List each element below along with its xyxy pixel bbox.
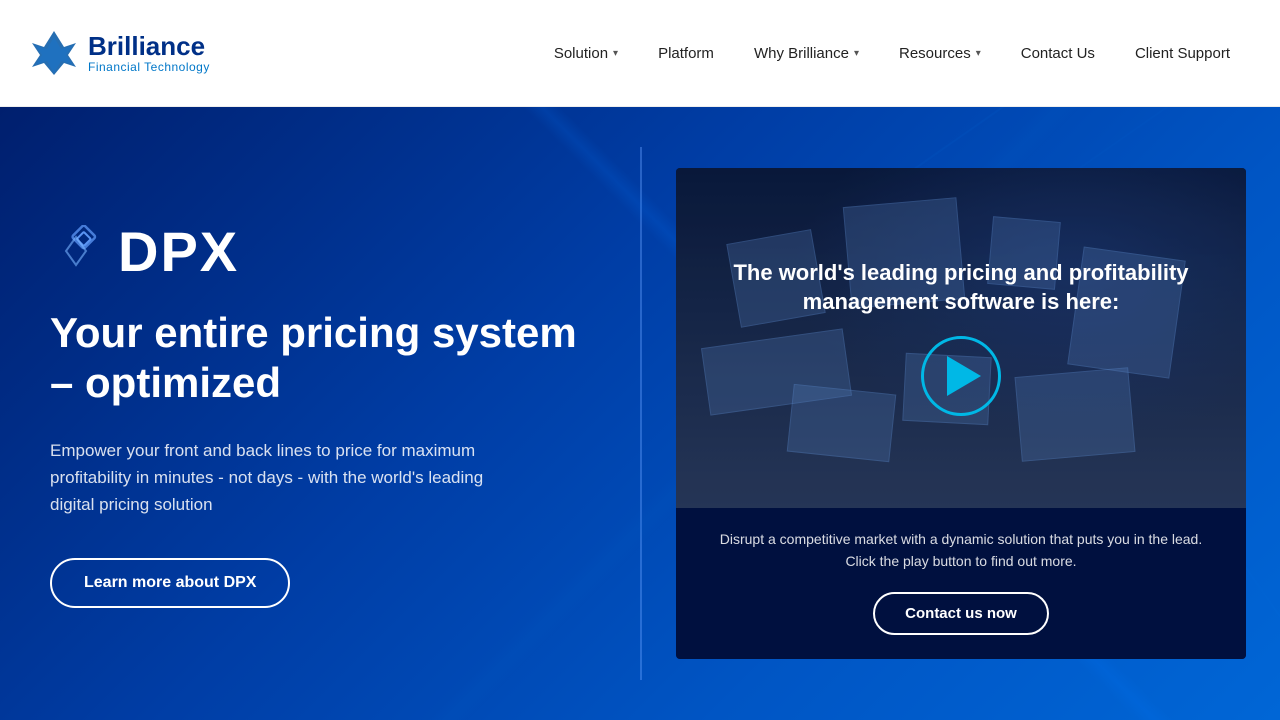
logo-brand: Brilliance — [88, 32, 210, 61]
nav-solution-label: Solution — [554, 45, 608, 62]
nav-resources-chevron: ▾ — [976, 48, 981, 59]
nav-resources-label: Resources — [899, 45, 971, 62]
nav-platform[interactable]: Platform — [638, 0, 734, 107]
main-nav: Solution ▾ Platform Why Brilliance ▾ Res… — [534, 0, 1250, 107]
video-desc-line2: Click the play button to find out more. — [845, 553, 1076, 569]
nav-contact-us[interactable]: Contact Us — [1001, 0, 1115, 107]
video-thumbnail: The world's leading pricing and profitab… — [676, 168, 1246, 508]
logo-text: Brilliance Financial Technology — [88, 32, 210, 75]
hero-description: Empower your front and back lines to pri… — [50, 437, 530, 519]
logo-link[interactable]: Brilliance Financial Technology — [30, 29, 290, 77]
nav-contact-label: Contact Us — [1021, 45, 1095, 62]
video-description: Disrupt a competitive market with a dyna… — [706, 528, 1216, 573]
logo-icon — [30, 29, 78, 77]
learn-more-button[interactable]: Learn more about DPX — [50, 558, 290, 608]
logo-subtitle: Financial Technology — [88, 60, 210, 74]
video-desc-line1: Disrupt a competitive market with a dyna… — [720, 531, 1202, 547]
video-heading: The world's leading pricing and profitab… — [676, 259, 1246, 316]
hero-left-panel: DPX Your entire pricing system – optimiz… — [0, 107, 640, 720]
video-card: The world's leading pricing and profitab… — [676, 168, 1246, 660]
play-icon — [947, 356, 981, 396]
site-header: Brilliance Financial Technology Solution… — [0, 0, 1280, 107]
nav-platform-label: Platform — [658, 45, 714, 62]
nav-why-chevron: ▾ — [854, 48, 859, 59]
nav-resources[interactable]: Resources ▾ — [879, 0, 1001, 107]
video-info-panel: Disrupt a competitive market with a dyna… — [676, 508, 1246, 660]
nav-client-support[interactable]: Client Support — [1115, 0, 1250, 107]
hero-section: DPX Your entire pricing system – optimiz… — [0, 107, 1280, 720]
nav-why-brilliance-label: Why Brilliance — [754, 45, 849, 62]
nav-solution-chevron: ▾ — [613, 48, 618, 59]
nav-why-brilliance[interactable]: Why Brilliance ▾ — [734, 0, 879, 107]
nav-solution[interactable]: Solution ▾ — [534, 0, 638, 107]
nav-client-support-label: Client Support — [1135, 45, 1230, 62]
dpx-logo-area: DPX — [50, 219, 590, 284]
hero-headline: Your entire pricing system – optimized — [50, 308, 590, 409]
play-button[interactable] — [921, 336, 1001, 416]
contact-us-now-button[interactable]: Contact us now — [873, 592, 1049, 635]
dpx-icon — [50, 225, 102, 277]
hero-right-panel: The world's leading pricing and profitab… — [642, 107, 1280, 720]
dpx-title: DPX — [118, 219, 239, 284]
